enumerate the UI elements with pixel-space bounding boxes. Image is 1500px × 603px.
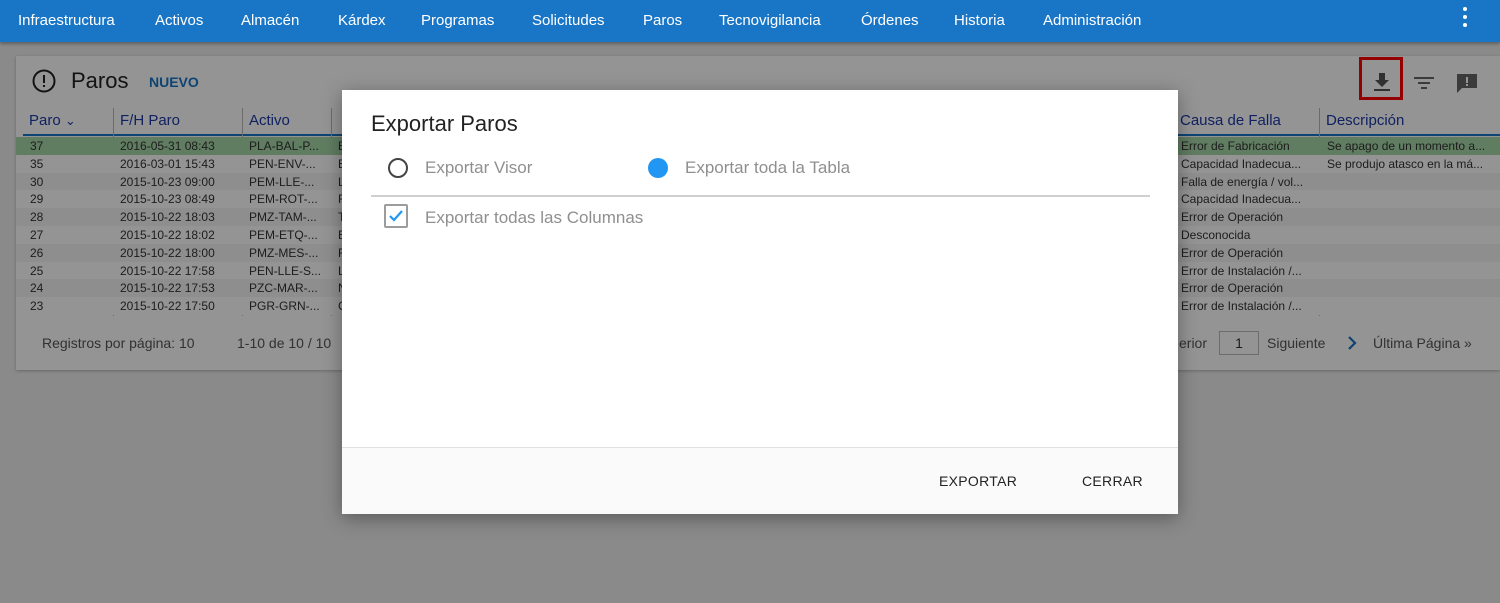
nav-administracion[interactable]: Administración bbox=[1043, 12, 1141, 29]
export-button[interactable]: EXPORTAR bbox=[939, 473, 1017, 489]
nav-almacen[interactable]: Almacén bbox=[241, 12, 299, 29]
export-all-columns-label[interactable]: Exportar todas las Columnas bbox=[425, 208, 643, 228]
nav-kardex[interactable]: Kárdex bbox=[338, 12, 386, 29]
kebab-menu-icon[interactable] bbox=[1458, 6, 1472, 28]
dialog-actions bbox=[342, 447, 1178, 514]
nav-programas[interactable]: Programas bbox=[421, 12, 494, 29]
dialog-divider bbox=[371, 195, 1150, 197]
export-all-columns-checkbox[interactable] bbox=[384, 204, 408, 228]
export-dialog: Exportar Paros Exportar Visor Exportar t… bbox=[342, 90, 1178, 514]
top-navbar: Infraestructura Activos Almacén Kárdex P… bbox=[0, 0, 1500, 42]
nav-solicitudes[interactable]: Solicitudes bbox=[532, 12, 605, 29]
nav-paros[interactable]: Paros bbox=[643, 12, 682, 29]
checkmark-icon bbox=[389, 210, 403, 222]
dialog-title: Exportar Paros bbox=[371, 111, 518, 136]
nav-historia[interactable]: Historia bbox=[954, 12, 1005, 29]
nav-ordenes[interactable]: Órdenes bbox=[861, 12, 919, 29]
radio-export-table[interactable] bbox=[648, 158, 668, 178]
nav-infraestructura[interactable]: Infraestructura bbox=[18, 12, 115, 29]
nav-activos[interactable]: Activos bbox=[155, 12, 203, 29]
radio-export-viewer-label[interactable]: Exportar Visor bbox=[425, 158, 532, 178]
nav-tecnovigilancia[interactable]: Tecnovigilancia bbox=[719, 12, 821, 29]
radio-export-table-label[interactable]: Exportar toda la Tabla bbox=[685, 158, 850, 178]
close-button[interactable]: CERRAR bbox=[1082, 473, 1143, 489]
radio-export-viewer[interactable] bbox=[388, 158, 408, 178]
